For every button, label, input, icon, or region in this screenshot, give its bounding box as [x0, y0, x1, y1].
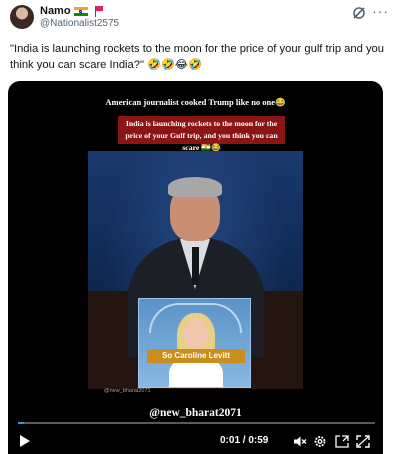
video-time: 0:01 / 0:59 [220, 435, 269, 446]
host-hair [168, 177, 222, 197]
video-player[interactable]: American journalist cooked Trump like no… [8, 81, 383, 454]
inset-person-face [184, 319, 208, 349]
red-flag-icon [94, 5, 104, 17]
author-handle[interactable]: @Nationalist2575 [40, 18, 119, 29]
inset-caption: So Caroline Levitt [147, 349, 245, 363]
picture-in-picture-icon[interactable] [335, 435, 349, 448]
progress-bar[interactable] [18, 422, 375, 424]
progress-fill [18, 422, 25, 424]
author-name-line[interactable]: Namo [40, 5, 104, 17]
avatar[interactable] [10, 5, 34, 29]
grok-icon[interactable] [352, 6, 366, 20]
post-header: Namo @Nationalist2575 ··· [0, 0, 406, 34]
more-icon[interactable]: ··· [372, 4, 388, 20]
host-tie [192, 247, 199, 285]
watermark-small: @new_bharat2071 [104, 388, 151, 394]
fullscreen-icon[interactable] [356, 435, 370, 448]
settings-icon[interactable] [313, 435, 327, 448]
play-icon[interactable] [20, 435, 30, 447]
tweet-text: "India is launching rockets to the moon … [10, 43, 384, 71]
author-name[interactable]: Namo [40, 5, 71, 17]
video-controls: 0:01 / 0:59 [8, 430, 383, 454]
mute-icon[interactable] [293, 435, 307, 448]
watermark-big: @new_bharat2071 [149, 407, 242, 419]
video-caption-top: American journalist cooked Trump like no… [105, 97, 286, 107]
video-caption-banner: India is launching rockets to the moon f… [118, 116, 285, 152]
video-inset: So Caroline Levitt [138, 298, 251, 388]
india-flag-icon [73, 6, 88, 16]
